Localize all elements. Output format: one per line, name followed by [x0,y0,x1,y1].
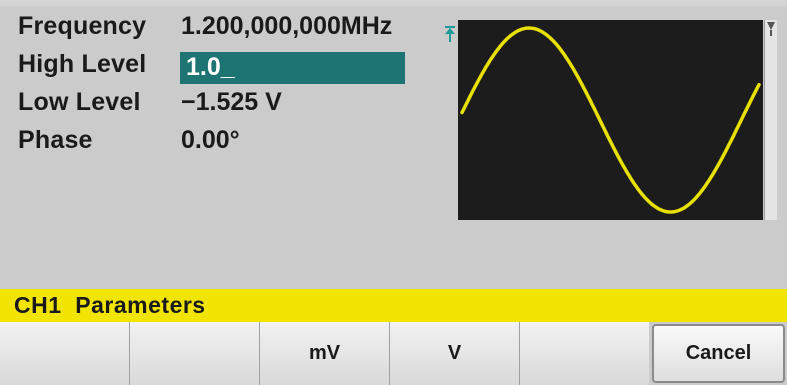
softkey-2[interactable] [129,322,259,385]
low-level-label: Low Level [18,88,141,116]
top-strip [0,0,787,6]
frequency-label: Frequency [18,12,147,40]
frequency-value[interactable]: 1.200,000,000MHz [181,12,392,41]
high-level-label: High Level [18,50,147,78]
phase-row[interactable]: Phase 0.00° [18,126,428,164]
phase-value[interactable]: 0.00° [181,126,240,155]
amplitude-scale [764,20,777,220]
low-level-row[interactable]: Low Level −1.525 V [18,88,428,126]
trigger-marker-icon [445,26,455,42]
waveform-display [458,20,763,220]
status-bar-label: CH1 Parameters [14,292,206,318]
waveform-svg [460,26,761,214]
parameters-panel: Frequency 1.200,000,000MHz High Level 1.… [18,12,428,164]
function-generator-screen: Frequency 1.200,000,000MHz High Level 1.… [0,0,787,385]
softkey-5[interactable] [519,322,649,385]
cancel-button[interactable]: Cancel [652,324,785,383]
phase-label: Phase [18,126,93,154]
softkey-bar: mV V Cancel [0,322,787,385]
waveform-area [444,20,787,220]
status-bar: CH1 Parameters [0,289,787,322]
sine-waveform [460,26,761,214]
frequency-row[interactable]: Frequency 1.200,000,000MHz [18,12,428,50]
high-level-row[interactable]: High Level 1.0_ [18,50,428,88]
mv-unit-button[interactable]: mV [259,322,389,385]
high-level-input[interactable]: 1.0_ [180,52,405,84]
scale-marker-icon [767,22,775,36]
softkey-1[interactable] [0,322,129,385]
low-level-value[interactable]: −1.525 V [181,88,282,117]
v-unit-button[interactable]: V [389,322,519,385]
